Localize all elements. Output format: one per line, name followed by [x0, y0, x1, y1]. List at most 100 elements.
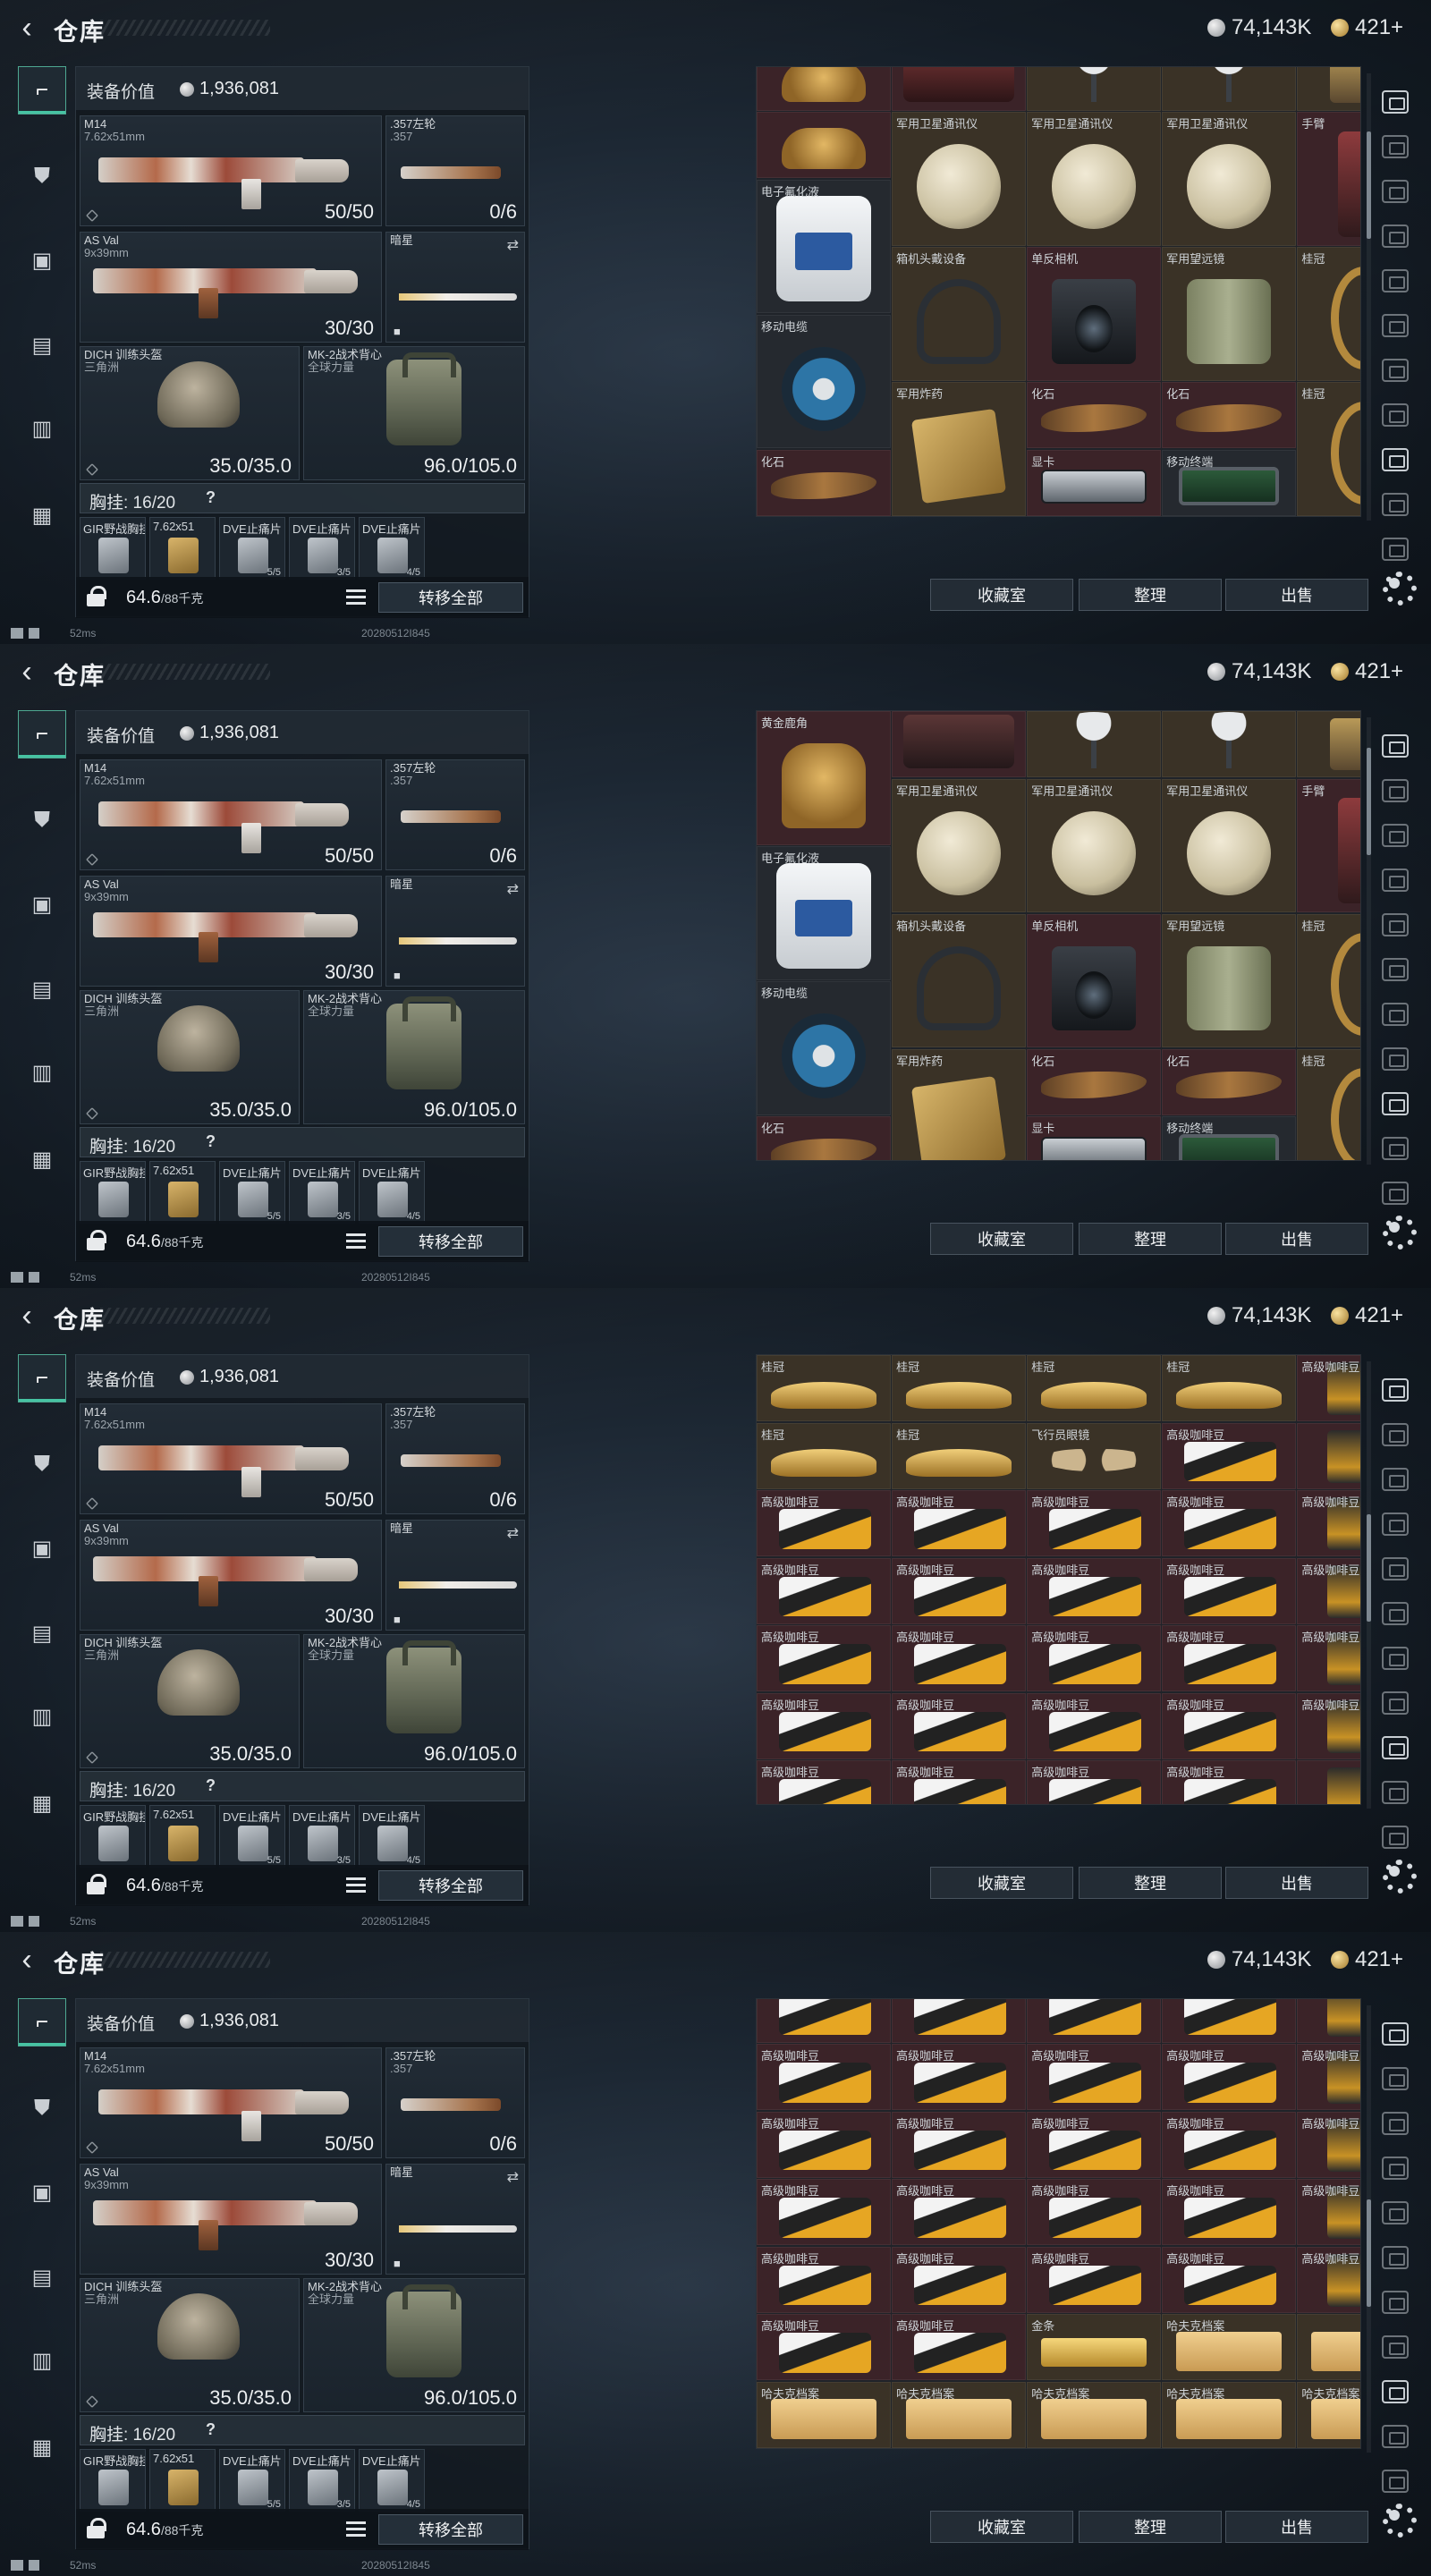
storage-item[interactable]: 高级咖啡豆 [1297, 1490, 1360, 1556]
helmet-slot[interactable]: DICH 训练头盔 三角洲 35.0/35.0 [80, 990, 300, 1124]
rig-item[interactable]: DVE止痛片 3/5 [289, 517, 355, 580]
armor-slot[interactable]: MK-2战术背心 全球力量 96.0/105.0 [303, 990, 525, 1124]
tab-briefcase[interactable]: ▦ [18, 2423, 66, 2471]
storage-item[interactable]: 显卡 [1027, 1116, 1161, 1160]
storage-item[interactable]: 金条 [1027, 2314, 1161, 2380]
storage-item[interactable]: 桂冠 [1027, 1355, 1161, 1421]
settings-gear-icon[interactable] [1379, 568, 1417, 606]
tab-container[interactable]: ▥ [18, 1692, 66, 1741]
pistol-slot[interactable]: .357左轮 .357 0/6 [385, 115, 525, 226]
category-1[interactable] [1376, 773, 1415, 809]
storage-item[interactable]: 哈夫克档案 [1162, 2381, 1296, 2448]
sort-button[interactable]: 整理 [1079, 1867, 1222, 1899]
storage-item[interactable]: 移动终端 [1162, 1116, 1296, 1160]
category-8[interactable] [1376, 2374, 1415, 2410]
swap-icon[interactable]: ⇄ [507, 2168, 519, 2186]
category-2[interactable] [1376, 2106, 1415, 2141]
category-3[interactable] [1376, 862, 1415, 898]
storage-item[interactable]: 高级咖啡豆 [1027, 2044, 1161, 2110]
rig-item[interactable]: DVE止痛片 3/5 [289, 1161, 355, 1224]
storage-item[interactable]: 移动电缆 [757, 314, 891, 448]
primary-weapon-slot[interactable]: M14 7.62x51mm 50/50 [80, 2047, 382, 2158]
storage-item[interactable]: 高级咖啡豆 [757, 1490, 891, 1556]
list-icon[interactable] [344, 1230, 368, 1253]
category-8[interactable] [1376, 1086, 1415, 1122]
category-7[interactable] [1376, 2329, 1415, 2365]
tab-briefcase[interactable]: ▦ [18, 1779, 66, 1827]
help-icon[interactable]: ? [206, 2420, 216, 2439]
swap-icon[interactable]: ⇄ [507, 1524, 519, 1542]
storage-item[interactable]: 电子氟化液 [757, 846, 891, 980]
rig-item[interactable]: DVE止痛片 5/5 [219, 517, 285, 580]
storage-item[interactable] [757, 112, 891, 178]
back-button[interactable]: ‹ [13, 657, 41, 689]
melee-slot[interactable]: 暗星 ⇄ ■ [385, 876, 525, 987]
category-5[interactable] [1376, 952, 1415, 987]
list-icon[interactable] [344, 2518, 368, 2541]
storage-item[interactable]: 高级咖啡豆 [892, 1692, 1026, 1759]
rig-item[interactable]: 7.62x51 [149, 1161, 216, 1224]
storage-scrollbar[interactable] [1367, 2005, 1371, 2453]
storage-item[interactable]: 高级咖啡豆 [1027, 2179, 1161, 2245]
primary-weapon-slot[interactable]: M14 7.62x51mm 50/50 [80, 115, 382, 226]
category-all[interactable] [1376, 84, 1415, 120]
storage-item[interactable]: 高级咖啡豆 [1027, 2111, 1161, 2178]
category-6[interactable] [1376, 352, 1415, 388]
storage-item[interactable]: 单反相机 [1027, 247, 1161, 381]
silver-currency[interactable]: 74,143K [1207, 1947, 1311, 1972]
storage-item[interactable]: 高级咖啡豆 [757, 1760, 891, 1804]
storage-item[interactable]: 箱机头戴设备 [892, 913, 1026, 1047]
collection-button[interactable]: 收藏室 [930, 1867, 1073, 1899]
collection-button[interactable]: 收藏室 [930, 579, 1073, 611]
storage-item[interactable] [892, 1999, 1026, 2043]
storage-item[interactable]: 哈夫克档案 [1162, 2314, 1296, 2380]
chest-rig-row[interactable]: 胸挂: 16/20? [80, 483, 525, 513]
swap-icon[interactable]: ⇄ [507, 880, 519, 898]
gold-currency[interactable]: 421+ [1331, 15, 1403, 40]
transfer-all-button[interactable]: 转移全部 [378, 2514, 523, 2545]
storage-item[interactable] [1297, 2314, 1360, 2380]
storage-item[interactable]: 高级咖啡豆 [1297, 1692, 1360, 1759]
category-9[interactable] [1376, 1131, 1415, 1166]
category-8[interactable] [1376, 442, 1415, 478]
sort-button[interactable]: 整理 [1079, 2511, 1222, 2543]
transfer-all-button[interactable]: 转移全部 [378, 1226, 523, 1257]
category-3[interactable] [1376, 2150, 1415, 2186]
tab-rig[interactable]: ▣ [18, 880, 66, 928]
rig-item[interactable]: GIR野战胸挂 [80, 1161, 146, 1224]
storage-item[interactable]: 军用炸药 [892, 1048, 1026, 1160]
rig-item[interactable]: DVE止痛片 4/5 [359, 1161, 425, 1224]
helmet-slot[interactable]: DICH 训练头盔 三角洲 35.0/35.0 [80, 1634, 300, 1768]
storage-item[interactable]: 军用卫星通讯仪 [892, 112, 1026, 246]
category-9[interactable] [1376, 487, 1415, 522]
storage-item[interactable]: 哈夫克档案 [757, 2381, 891, 2448]
helmet-slot[interactable]: DICH 训练头盔 三角洲 35.0/35.0 [80, 346, 300, 480]
storage-item[interactable]: 桂冠 [1297, 913, 1360, 1047]
storage-item[interactable]: 高级咖啡豆 [757, 1625, 891, 1691]
storage-item[interactable]: 高级咖啡豆 [892, 1490, 1026, 1556]
storage-item[interactable]: 桂冠 [892, 1355, 1026, 1421]
rig-item[interactable]: DVE止痛片 3/5 [289, 2449, 355, 2512]
tab-backpack[interactable]: ▤ [18, 2253, 66, 2301]
category-9[interactable] [1376, 1775, 1415, 1810]
category-all[interactable] [1376, 728, 1415, 764]
storage-item[interactable]: 移动电缆 [757, 981, 891, 1115]
melee-slot[interactable]: 暗星 ⇄ ■ [385, 232, 525, 343]
category-7[interactable] [1376, 1041, 1415, 1077]
storage-item[interactable] [1297, 1760, 1360, 1804]
storage-item[interactable]: 桂冠 [1297, 1048, 1360, 1160]
tab-armor[interactable]: ⛊ [18, 1440, 66, 1488]
secondary-weapon-slot[interactable]: AS Val 9x39mm 30/30 [80, 1520, 382, 1631]
storage-item[interactable]: 高级咖啡豆 [892, 2246, 1026, 2313]
silver-currency[interactable]: 74,143K [1207, 659, 1311, 684]
category-9[interactable] [1376, 2419, 1415, 2454]
category-2[interactable] [1376, 1462, 1415, 1497]
storage-item[interactable]: 高级咖啡豆 [1297, 2246, 1360, 2313]
storage-item[interactable]: 军用卫星通讯仪 [892, 778, 1026, 912]
back-button[interactable]: ‹ [13, 1301, 41, 1333]
tab-rig[interactable]: ▣ [18, 2168, 66, 2216]
category-10[interactable] [1376, 1819, 1415, 1855]
category-10[interactable] [1376, 2463, 1415, 2499]
storage-item[interactable]: 军用望远镜 [1162, 913, 1296, 1047]
tab-container[interactable]: ▥ [18, 2336, 66, 2385]
